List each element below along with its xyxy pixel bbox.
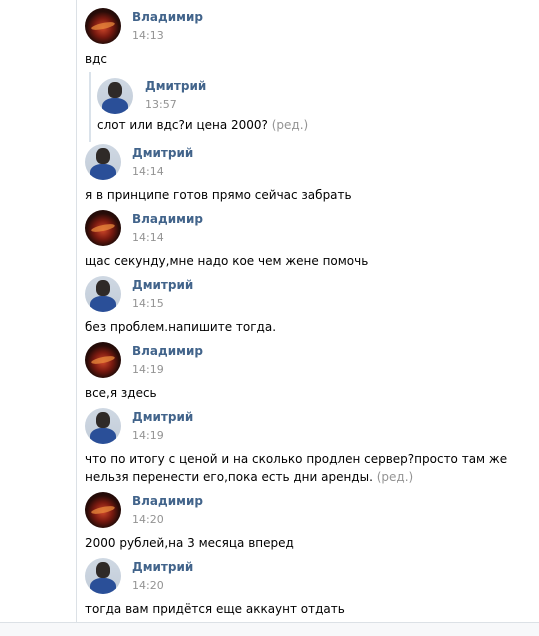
chat-history[interactable]: Владимир 14:13 вдс Дмитрий 13:57 слот ил… [76, 0, 539, 622]
message-text: щас секунду,мне надо кое чем жене помочь [85, 254, 369, 268]
message-time[interactable]: 14:14 [132, 165, 164, 178]
quoted-time[interactable]: 13:57 [145, 98, 177, 111]
edited-label: (ред.) [376, 470, 414, 484]
avatar[interactable] [85, 558, 121, 594]
message-text: все,я здесь [85, 386, 157, 400]
edited-label: (ред.) [271, 118, 309, 132]
message-author[interactable]: Дмитрий [132, 410, 193, 424]
quoted-author[interactable]: Дмитрий [145, 79, 206, 93]
avatar[interactable] [85, 276, 121, 312]
message-text: вдс [85, 52, 107, 66]
message-time[interactable]: 14:19 [132, 363, 164, 376]
message-time[interactable]: 14:14 [132, 231, 164, 244]
avatar[interactable] [85, 210, 121, 246]
message-author[interactable]: Владимир [132, 494, 203, 508]
message-text-line: нельзя перенести его,пока есть дни аренд… [85, 468, 525, 486]
message-time[interactable]: 14:20 [132, 579, 164, 592]
avatar[interactable] [85, 342, 121, 378]
quoted-text: слот или вдс?и цена 2000? (ред.) [97, 116, 537, 134]
quoted-message: Дмитрий 13:57 слот или вдс?и цена 2000? … [89, 72, 391, 142]
message-time[interactable]: 14:13 [132, 29, 164, 42]
message-text: я в принципе готов прямо сейчас забрать [85, 188, 352, 202]
message-time[interactable]: 14:20 [132, 513, 164, 526]
message-time[interactable]: 14:19 [132, 429, 164, 442]
message-text: 2000 рублей,на 3 месяца вперед [85, 536, 294, 550]
avatar[interactable] [85, 492, 121, 528]
message-text: тогда вам придётся еще аккаунт отдать [85, 602, 345, 616]
avatar[interactable] [85, 8, 121, 44]
avatar[interactable] [85, 144, 121, 180]
message-author[interactable]: Владимир [132, 10, 203, 24]
message-author[interactable]: Дмитрий [132, 278, 193, 292]
message-text: что по итогу с ценой и на сколько продле… [85, 450, 525, 486]
avatar[interactable] [97, 78, 133, 114]
message-text-line-body: нельзя перенести его,пока есть дни аренд… [85, 470, 373, 484]
message-text-line: что по итогу с ценой и на сколько продле… [85, 452, 508, 466]
avatar[interactable] [85, 408, 121, 444]
quoted-text-body: слот или вдс?и цена 2000? [97, 118, 268, 132]
message-author[interactable]: Владимир [132, 344, 203, 358]
message-author[interactable]: Дмитрий [132, 560, 193, 574]
message-author[interactable]: Владимир [132, 212, 203, 226]
composer-bar [0, 622, 539, 636]
message-text: без проблем.напишите тогда. [85, 320, 277, 334]
message-time[interactable]: 14:15 [132, 297, 164, 310]
left-margin [0, 0, 76, 635]
message-author[interactable]: Дмитрий [132, 146, 193, 160]
